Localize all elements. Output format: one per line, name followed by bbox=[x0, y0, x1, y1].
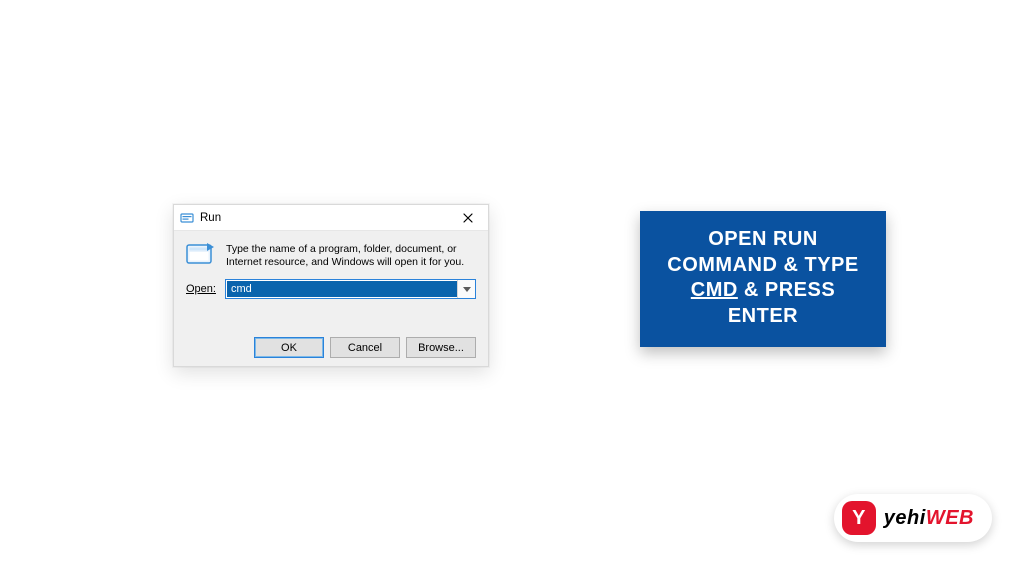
run-dialog-title: Run bbox=[200, 212, 446, 224]
run-button-row: OK Cancel Browse... bbox=[174, 330, 488, 366]
cancel-button[interactable]: Cancel bbox=[330, 337, 400, 358]
close-icon bbox=[463, 213, 473, 223]
run-dialog: Run Type the name of a program, folder, … bbox=[173, 204, 489, 367]
instruction-line-3-suffix: & PRESS bbox=[738, 279, 835, 301]
run-description: Type the name of a program, folder, docu… bbox=[226, 241, 476, 269]
instruction-card: OPEN RUN COMMAND & TYPE CMD & PRESS ENTE… bbox=[640, 211, 886, 347]
run-dialog-titlebar[interactable]: Run bbox=[174, 205, 488, 231]
open-label: Open: bbox=[186, 283, 216, 295]
instruction-line-2: COMMAND & TYPE bbox=[667, 254, 858, 276]
instruction-cmd-word: CMD bbox=[691, 279, 738, 301]
browse-button[interactable]: Browse... bbox=[406, 337, 476, 358]
open-combobox[interactable] bbox=[225, 279, 476, 299]
logo-text-yehi: yehi bbox=[884, 507, 926, 529]
yehiweb-logo-text: yehiWEB bbox=[884, 507, 974, 530]
yehiweb-logo-mark: Y bbox=[842, 501, 876, 535]
instruction-line-4: ENTER bbox=[728, 305, 798, 327]
close-button[interactable] bbox=[452, 205, 484, 230]
open-dropdown-arrow[interactable] bbox=[457, 280, 475, 298]
run-program-icon bbox=[186, 241, 216, 267]
logo-text-web: WEB bbox=[926, 507, 974, 529]
yehiweb-logo-badge: Y yehiWEB bbox=[834, 494, 992, 542]
chevron-down-icon bbox=[463, 287, 471, 292]
run-description-row: Type the name of a program, folder, docu… bbox=[186, 241, 476, 269]
open-input[interactable] bbox=[227, 281, 457, 297]
run-dialog-body: Type the name of a program, folder, docu… bbox=[174, 231, 488, 330]
run-open-row: Open: bbox=[186, 279, 476, 299]
run-title-icon bbox=[180, 211, 194, 225]
instruction-line-1: OPEN RUN bbox=[708, 228, 818, 250]
ok-button[interactable]: OK bbox=[254, 337, 324, 358]
